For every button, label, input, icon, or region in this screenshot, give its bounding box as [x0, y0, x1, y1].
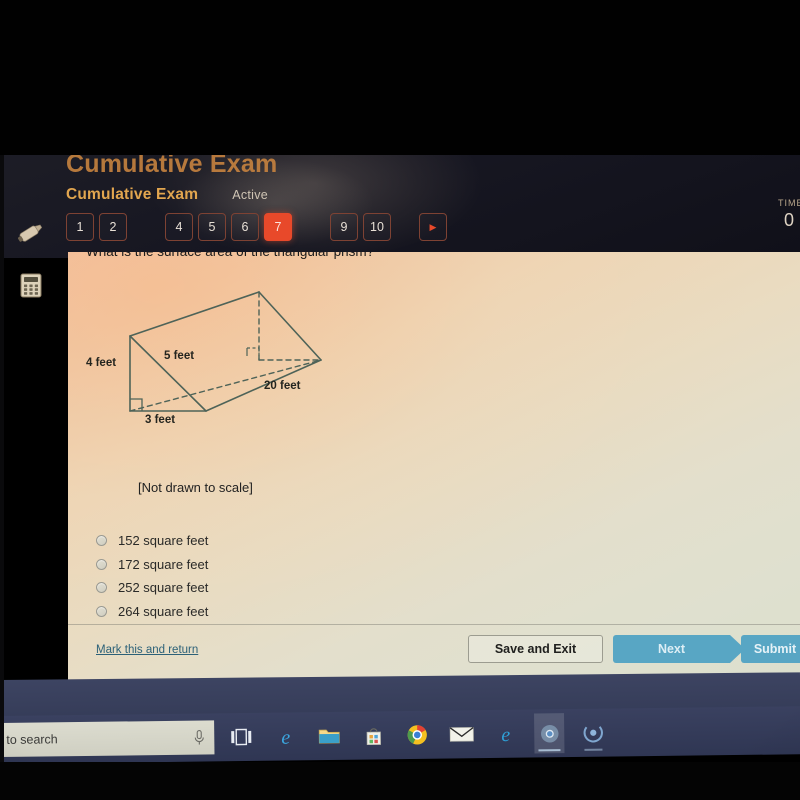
prism-svg: [129, 291, 322, 412]
question-button-10[interactable]: 10: [363, 213, 391, 241]
timer-display: TIME 0: [778, 198, 800, 231]
svg-text:e: e: [281, 726, 290, 748]
next-button[interactable]: Next: [613, 635, 745, 663]
exam-title: Cumulative Exam: [66, 186, 199, 203]
taskbar-icons: e e: [226, 713, 608, 758]
question-pager[interactable]: 1 2 4 5 6 7 9 10 ▶: [66, 213, 452, 241]
triangular-prism-figure: 4 feet 5 feet 3 feet 20 feet: [74, 278, 354, 463]
windows-taskbar: to search e e: [0, 706, 800, 764]
highlighter-icon[interactable]: [14, 218, 48, 248]
timer-label: TIME: [778, 198, 800, 208]
google-chrome-icon[interactable]: [402, 715, 432, 755]
question-button-2[interactable]: 2: [99, 213, 127, 241]
photo-bezel-top: [0, 0, 800, 155]
answer-option-4-label: 264 square feet: [118, 603, 209, 619]
pager-next-arrow-icon[interactable]: ▶: [419, 213, 447, 241]
calculator-icon[interactable]: [14, 270, 48, 300]
question-text: What is the surface area of the triangul…: [86, 252, 374, 259]
question-button-5[interactable]: 5: [198, 213, 226, 241]
file-explorer-icon[interactable]: [314, 716, 344, 756]
answer-option-2-label: 172 square feet: [118, 556, 209, 572]
question-button-9[interactable]: 9: [330, 213, 358, 241]
google-chrome-active-icon[interactable]: [534, 713, 565, 754]
figure-label-depth: 20 feet: [264, 380, 301, 392]
search-placeholder: to search: [6, 732, 58, 747]
task-view-icon[interactable]: [226, 717, 256, 757]
internet-explorer-icon[interactable]: e: [270, 716, 300, 756]
mail-icon[interactable]: [446, 714, 476, 754]
svg-text:e: e: [501, 723, 510, 745]
answer-option-2[interactable]: 172 square feet: [96, 553, 208, 577]
taskbar-search-input[interactable]: to search: [0, 720, 215, 758]
not-drawn-to-scale-note: [Not drawn to scale]: [138, 480, 253, 495]
status-badge: Active: [232, 188, 269, 202]
question-button-4[interactable]: 4: [165, 213, 193, 241]
photo-bezel-left: [0, 150, 4, 770]
question-button-6[interactable]: 6: [231, 213, 259, 241]
microphone-icon[interactable]: [192, 728, 206, 746]
figure-label-base: 3 feet: [145, 414, 176, 426]
radio-button-3[interactable]: [96, 582, 107, 594]
answer-option-1-label: 152 square feet: [118, 533, 209, 549]
microsoft-edge-icon[interactable]: e: [490, 714, 520, 754]
microsoft-store-icon[interactable]: [358, 715, 388, 755]
radio-button-2[interactable]: [96, 558, 107, 570]
timer-value: 0: [783, 210, 794, 230]
answer-option-3[interactable]: 252 square feet: [96, 576, 208, 600]
answer-option-4[interactable]: 264 square feet: [96, 600, 208, 624]
exam-title-row: Cumulative Exam Active: [66, 186, 268, 204]
submit-button[interactable]: Submit: [741, 635, 800, 663]
radio-button-4[interactable]: [96, 605, 107, 617]
question-button-8-obscured[interactable]: [297, 213, 330, 241]
tool-rail: [14, 218, 48, 300]
mark-this-and-return-link[interactable]: Mark this and return: [96, 644, 198, 656]
question-button-1[interactable]: 1: [66, 213, 94, 241]
edgenuity-app-icon[interactable]: [578, 713, 608, 753]
question-button-3-obscured[interactable]: [132, 213, 165, 241]
question-card: What is the surface area of the triangul…: [68, 252, 800, 682]
save-and-exit-button[interactable]: Save and Exit: [468, 635, 603, 663]
answer-options: 152 square feet 172 square feet 252 squa…: [96, 529, 208, 623]
photographed-screen: Cumulative Exam Cumulative Exam Active 1…: [0, 0, 800, 800]
radio-button-1[interactable]: [96, 535, 107, 547]
photo-bezel-bottom: [0, 762, 800, 800]
answer-option-3-label: 252 square feet: [118, 580, 209, 596]
figure-label-height: 4 feet: [86, 357, 117, 369]
question-button-7[interactable]: 7: [264, 213, 292, 241]
figure-label-hypotenuse: 5 feet: [164, 350, 195, 362]
answer-option-1[interactable]: 152 square feet: [96, 529, 208, 553]
